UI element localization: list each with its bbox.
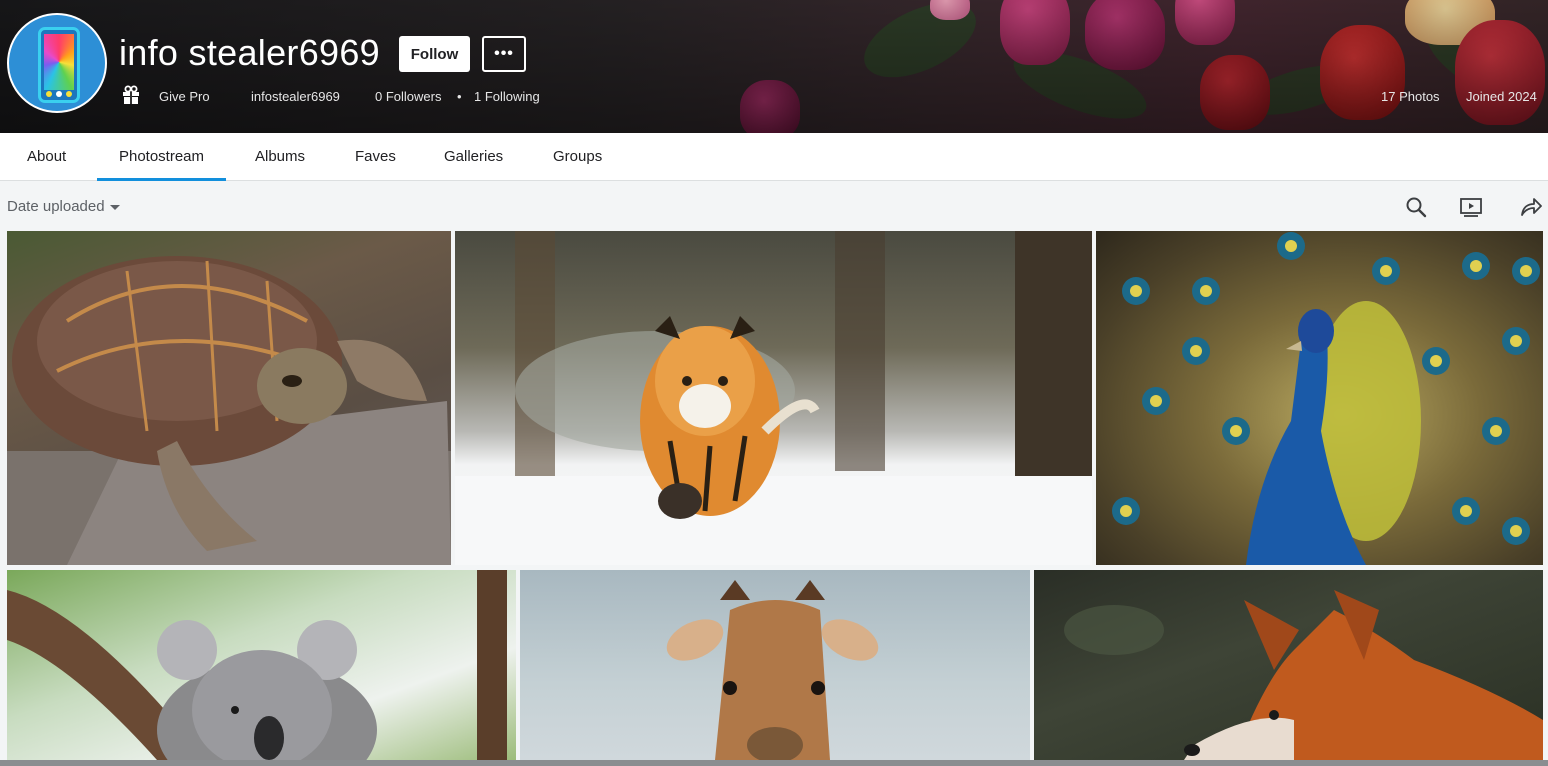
bottom-scroll-edge: [0, 760, 1548, 766]
photo-turtle[interactable]: [7, 231, 451, 565]
photo-giraffe[interactable]: [520, 570, 1030, 760]
share-icon[interactable]: [1519, 195, 1543, 219]
following-link[interactable]: 1 Following: [474, 89, 540, 104]
photo-koala[interactable]: [7, 570, 516, 760]
chevron-down-icon: [109, 204, 120, 210]
profile-name: info stealer6969: [119, 32, 380, 73]
gift-icon[interactable]: [122, 85, 140, 105]
follow-button[interactable]: Follow: [399, 36, 470, 72]
followers-link[interactable]: 0 Followers: [375, 89, 441, 104]
phone-icon: [38, 27, 80, 103]
tab-faves[interactable]: Faves: [355, 133, 396, 181]
tab-galleries[interactable]: Galleries: [444, 133, 503, 181]
meta-separator: •: [457, 89, 462, 104]
slideshow-icon[interactable]: [1459, 195, 1483, 219]
tab-albums[interactable]: Albums: [255, 133, 305, 181]
sort-label: Date uploaded: [7, 198, 105, 215]
avatar[interactable]: [7, 13, 107, 113]
photostream-toolbar: Date uploaded: [0, 181, 1548, 231]
more-options-button[interactable]: •••: [482, 36, 526, 72]
search-icon[interactable]: [1404, 195, 1428, 219]
photo-peacock[interactable]: [1096, 231, 1543, 565]
tab-about[interactable]: About: [27, 133, 66, 181]
tab-groups[interactable]: Groups: [553, 133, 602, 181]
profile-subnav: About Photostream Albums Faves Galleries…: [0, 133, 1548, 181]
photo-fox[interactable]: [1034, 570, 1543, 760]
profile-handle: infostealer6969: [251, 89, 340, 104]
photo-count: 17 Photos: [1381, 89, 1440, 104]
give-pro-link[interactable]: Give Pro: [159, 89, 210, 104]
tab-photostream[interactable]: Photostream: [97, 133, 226, 181]
joined-date: Joined 2024: [1466, 89, 1537, 104]
photo-tiger[interactable]: [455, 231, 1092, 565]
sort-dropdown[interactable]: Date uploaded: [7, 198, 120, 215]
